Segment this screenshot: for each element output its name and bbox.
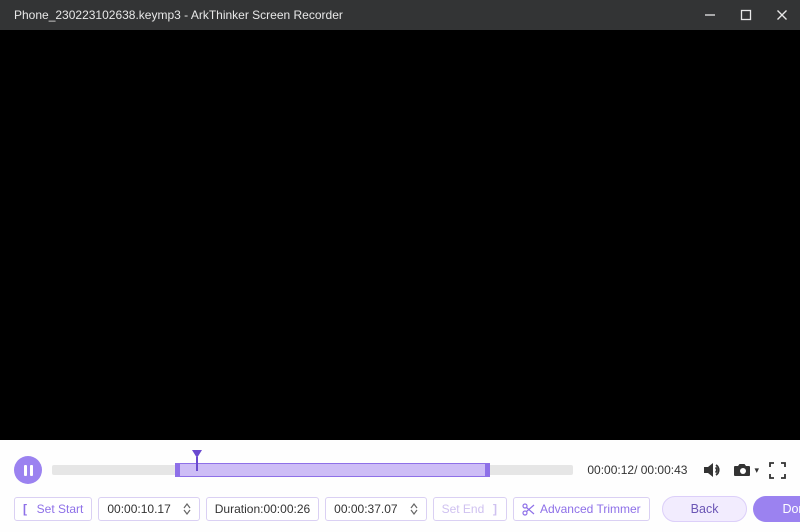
set-start-label: Set Start: [37, 502, 84, 516]
duration-value: Duration:00:00:26: [215, 502, 310, 516]
chevron-down-icon: [410, 509, 418, 515]
set-end-button[interactable]: Set End ]: [433, 497, 507, 521]
selection-end-handle[interactable]: [485, 463, 490, 477]
snapshot-button[interactable]: ▾: [733, 462, 759, 478]
close-button[interactable]: [764, 0, 800, 30]
scissors-icon: [522, 503, 535, 516]
selection-start-handle[interactable]: [175, 463, 180, 477]
back-label: Back: [691, 502, 719, 516]
time-display: 00:00:12/ 00:00:43: [587, 463, 687, 477]
bracket-right-icon: ]: [484, 502, 498, 516]
chevron-down-icon: [183, 509, 191, 515]
playback-controls: 00:00:12/ 00:00:43 ▾: [0, 440, 800, 490]
chevron-down-icon: ▾: [754, 465, 759, 476]
end-time-field[interactable]: 00:00:37.07: [325, 497, 426, 521]
start-time-field[interactable]: 00:00:10.17: [98, 497, 199, 521]
volume-button[interactable]: [703, 461, 723, 479]
playhead[interactable]: [191, 449, 203, 473]
fullscreen-icon: [769, 462, 786, 479]
advanced-trimmer-button[interactable]: Advanced Trimmer: [513, 497, 650, 521]
pause-icon: [24, 465, 33, 476]
trim-toolbar: [ Set Start 00:00:10.17 Duration:00:00:2…: [0, 490, 800, 532]
video-preview[interactable]: [0, 30, 800, 440]
volume-icon: [703, 461, 723, 479]
maximize-button[interactable]: [728, 0, 764, 30]
titlebar: Phone_230223102638.keymp3 - ArkThinker S…: [0, 0, 800, 30]
start-time-value: 00:00:10.17: [107, 502, 170, 516]
set-start-button[interactable]: [ Set Start: [14, 497, 92, 521]
start-time-spinner[interactable]: [183, 503, 191, 515]
window-title: Phone_230223102638.keymp3 - ArkThinker S…: [14, 8, 692, 22]
timeline-track[interactable]: [52, 459, 573, 481]
set-end-label: Set End: [442, 502, 485, 516]
end-time-spinner[interactable]: [410, 503, 418, 515]
pause-button[interactable]: [14, 456, 42, 484]
done-button[interactable]: Done: [753, 496, 800, 522]
bracket-left-icon: [: [23, 502, 37, 516]
minimize-button[interactable]: [692, 0, 728, 30]
end-time-value: 00:00:37.07: [334, 502, 397, 516]
duration-field: Duration:00:00:26: [206, 497, 319, 521]
camera-icon: [733, 462, 753, 478]
advanced-trimmer-label: Advanced Trimmer: [540, 502, 641, 516]
back-button[interactable]: Back: [662, 496, 748, 522]
fullscreen-button[interactable]: [769, 462, 786, 479]
done-label: Done: [782, 502, 800, 516]
timeline-selection[interactable]: [175, 463, 490, 477]
